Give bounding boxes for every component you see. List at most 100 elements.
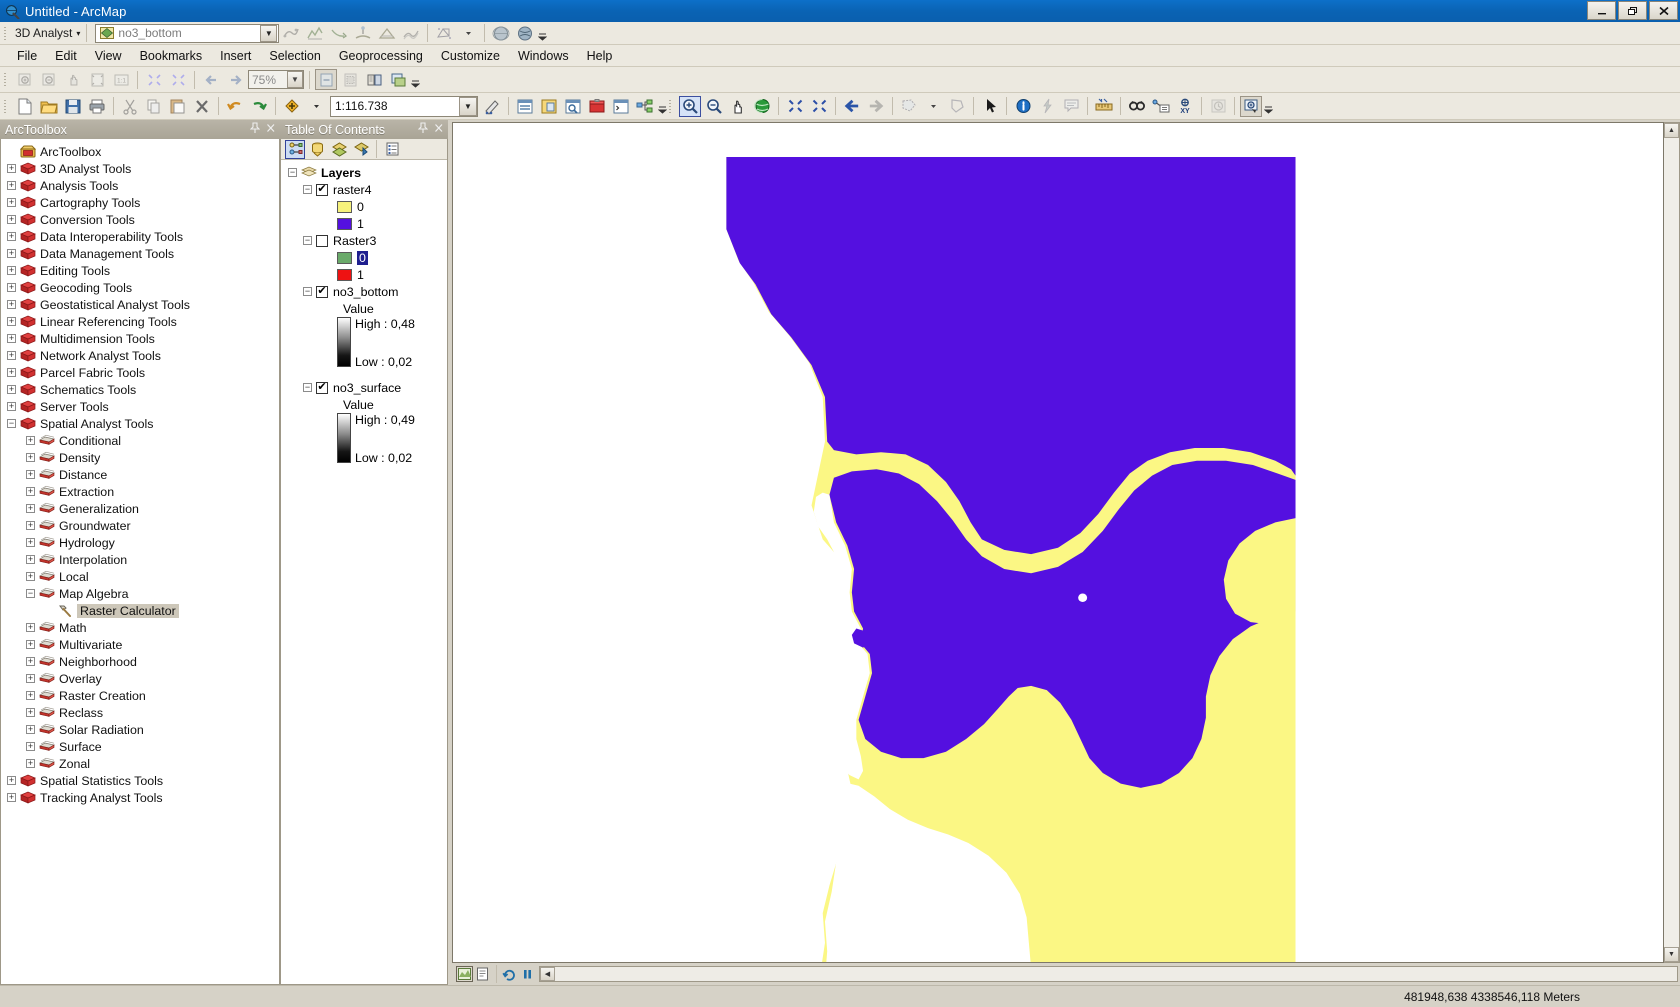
toc-root-row[interactable]: − Layers xyxy=(281,164,447,181)
expander-toggle[interactable]: − xyxy=(303,236,312,245)
menu-edit[interactable]: Edit xyxy=(46,47,86,65)
toolset-node-9[interactable]: − Map Algebra xyxy=(1,585,279,602)
expander-toggle[interactable]: + xyxy=(26,657,35,666)
data-view-icon[interactable] xyxy=(456,966,473,982)
map-vertical-scrollbar[interactable]: ▲ ▼ xyxy=(1664,122,1680,963)
expander-toggle[interactable]: + xyxy=(26,691,35,700)
measure-icon[interactable] xyxy=(1093,96,1115,117)
expander-toggle[interactable]: + xyxy=(7,368,16,377)
identify-icon[interactable] xyxy=(1012,96,1034,117)
fixed-zoom-in-icon[interactable] xyxy=(784,96,806,117)
expander-toggle[interactable]: + xyxy=(7,266,16,275)
toolbox-node-6[interactable]: + Editing Tools xyxy=(1,262,279,279)
expander-toggle[interactable]: + xyxy=(7,385,16,394)
toolbar-overflow-button[interactable] xyxy=(537,22,547,44)
expander-toggle[interactable]: + xyxy=(7,249,16,258)
chevron-down-icon[interactable]: ▼ xyxy=(459,96,477,116)
steepest-path-icon[interactable] xyxy=(328,23,350,44)
expander-toggle[interactable]: + xyxy=(7,351,16,360)
copy-icon[interactable] xyxy=(143,96,165,117)
toolbox-node-16[interactable]: + Spatial Statistics Tools xyxy=(1,772,279,789)
toolbar-overflow-button[interactable] xyxy=(1263,95,1273,117)
catalog-window-icon[interactable] xyxy=(538,96,560,117)
toolbox-node-17[interactable]: + Tracking Analyst Tools xyxy=(1,789,279,806)
find-icon[interactable] xyxy=(1126,96,1148,117)
fixed-zoom-out-icon[interactable] xyxy=(808,96,830,117)
toolbar-overflow-button[interactable] xyxy=(657,95,667,117)
toolbox-node-10[interactable]: + Multidimension Tools xyxy=(1,330,279,347)
delete-icon[interactable] xyxy=(191,96,213,117)
fixed-zoom-in-icon[interactable] xyxy=(143,69,165,90)
toolset-node-1[interactable]: + Density xyxy=(1,449,279,466)
toolbox-node-4[interactable]: + Data Interoperability Tools xyxy=(1,228,279,245)
expander-toggle[interactable]: + xyxy=(7,334,16,343)
close-icon[interactable] xyxy=(434,122,444,134)
toolbox-node-3[interactable]: + Conversion Tools xyxy=(1,211,279,228)
zoom-out-page-icon[interactable] xyxy=(38,69,60,90)
toolset-node-13[interactable]: + Overlay xyxy=(1,670,279,687)
open-icon[interactable] xyxy=(38,96,60,117)
toolbox-node-14[interactable]: + Server Tools xyxy=(1,398,279,415)
layer-visibility-checkbox[interactable]: ✔ xyxy=(316,381,328,394)
toc-layer-row-2[interactable]: − ✔ no3_bottom xyxy=(281,283,447,300)
data-driven-pages-icon[interactable] xyxy=(387,69,409,90)
menu-help[interactable]: Help xyxy=(578,47,622,65)
menu-geoprocessing[interactable]: Geoprocessing xyxy=(330,47,432,65)
3d-layer-combo[interactable]: no3_bottom ▼ xyxy=(95,23,280,43)
map-canvas[interactable] xyxy=(452,122,1664,963)
toolset-node-15[interactable]: + Reclass xyxy=(1,704,279,721)
expander-toggle[interactable]: + xyxy=(7,164,16,173)
zoom-in-icon[interactable] xyxy=(679,95,701,117)
toolset-node-4[interactable]: + Generalization xyxy=(1,500,279,517)
expander-toggle[interactable]: + xyxy=(7,215,16,224)
expander-toggle[interactable]: − xyxy=(288,168,297,177)
close-button[interactable] xyxy=(1649,1,1678,20)
pan-page-icon[interactable] xyxy=(62,69,84,90)
menu-selection[interactable]: Selection xyxy=(260,47,329,65)
toolset-node-8[interactable]: + Local xyxy=(1,568,279,585)
time-slider-icon[interactable] xyxy=(1207,96,1229,117)
class-color-swatch[interactable] xyxy=(337,200,352,213)
expander-toggle[interactable]: + xyxy=(26,436,35,445)
class-color-swatch[interactable] xyxy=(337,217,352,230)
html-popup-icon[interactable] xyxy=(1060,96,1082,117)
scroll-left-button[interactable]: ◀ xyxy=(540,967,555,981)
zoom-100-icon[interactable]: 1:1 xyxy=(110,69,132,90)
expander-toggle[interactable]: − xyxy=(7,419,16,428)
clear-selection-icon[interactable] xyxy=(946,96,968,117)
toolset-node-14[interactable]: + Raster Creation xyxy=(1,687,279,704)
zoom-in-page-icon[interactable] xyxy=(14,69,36,90)
map-horizontal-scrollbar[interactable]: ◀ xyxy=(539,966,1678,982)
find-route-icon[interactable] xyxy=(1150,96,1172,117)
pin-icon[interactable] xyxy=(418,122,428,134)
go-back-extent-icon[interactable] xyxy=(200,69,222,90)
menu-bookmarks[interactable]: Bookmarks xyxy=(131,47,212,65)
hyperlink-icon[interactable] xyxy=(1036,96,1058,117)
list-by-selection-icon[interactable] xyxy=(351,140,371,159)
go-to-xy-icon[interactable]: XY xyxy=(1174,96,1196,117)
menu-insert[interactable]: Insert xyxy=(211,47,260,65)
point-elevation-icon[interactable] xyxy=(352,23,374,44)
toolset-node-10[interactable]: + Math xyxy=(1,619,279,636)
create-viewer-window-icon[interactable] xyxy=(1240,95,1262,117)
toolset-node-16[interactable]: + Solar Radiation xyxy=(1,721,279,738)
class-color-swatch[interactable] xyxy=(337,268,352,281)
arctoolbox-window-icon[interactable] xyxy=(586,96,608,117)
toc-class-row-0-0[interactable]: 0 xyxy=(281,198,447,215)
expander-toggle[interactable]: + xyxy=(26,725,35,734)
layer-visibility-checkbox[interactable] xyxy=(316,234,328,247)
expander-toggle[interactable]: + xyxy=(26,640,35,649)
python-window-icon[interactable] xyxy=(610,96,632,117)
go-forward-extent-icon[interactable] xyxy=(224,69,246,90)
print-icon[interactable] xyxy=(86,96,108,117)
expander-toggle[interactable]: − xyxy=(303,185,312,194)
layer-visibility-checkbox[interactable]: ✔ xyxy=(316,183,328,196)
expander-toggle[interactable]: + xyxy=(7,793,16,802)
options-icon[interactable] xyxy=(382,140,402,159)
menu-view[interactable]: View xyxy=(86,47,131,65)
toc-class-row-1-0[interactable]: 0 xyxy=(281,249,447,266)
expander-toggle[interactable]: + xyxy=(7,283,16,292)
expander-toggle[interactable]: + xyxy=(26,572,35,581)
scroll-up-button[interactable]: ▲ xyxy=(1664,123,1679,138)
editor-toolbar-icon[interactable] xyxy=(481,96,503,117)
